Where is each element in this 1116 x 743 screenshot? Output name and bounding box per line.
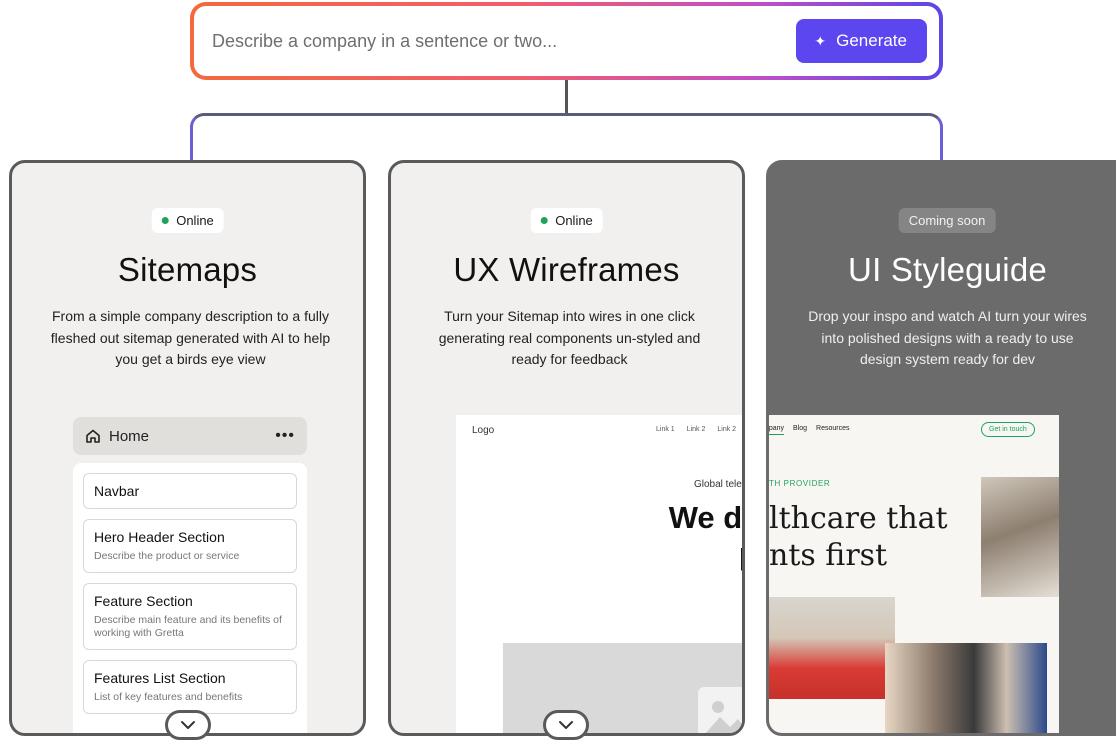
wireframe-headline: We deliver he puts pati	[448, 500, 743, 572]
wireframe-link: Link 2	[717, 426, 737, 433]
chevron-down-icon	[559, 721, 573, 729]
status-badge-label: Online	[555, 213, 593, 228]
card-description: From a simple company description to a f…	[50, 308, 331, 367]
connector-bar	[190, 113, 943, 163]
sparkle-icon: ✦	[814, 32, 827, 49]
section-item-navbar[interactable]: Navbar	[83, 473, 297, 509]
expand-sitemap-button[interactable]	[165, 710, 211, 740]
section-description: Describe main feature and its benefits o…	[94, 614, 282, 639]
home-icon	[86, 429, 100, 443]
section-title: Navbar	[94, 483, 140, 499]
section-description: List of key features and benefits	[94, 691, 243, 703]
wireframe-headline-line-1: We deliver he	[668, 500, 743, 535]
section-title: Hero Header Section	[94, 529, 225, 545]
prompt-inner: ✦ Generate	[194, 6, 939, 76]
connector-stem	[565, 80, 568, 115]
section-item-feature[interactable]: Feature Section Describe main feature an…	[83, 583, 297, 650]
company-description-input[interactable]	[212, 30, 797, 52]
online-dot-icon	[161, 217, 169, 224]
section-item-features-list[interactable]: Features List Section List of key featur…	[83, 660, 297, 714]
styleguide-preview: mpany Blog Resources Get in touch TH PRO…	[769, 415, 1059, 733]
chevron-down-icon	[181, 721, 195, 729]
card-description: Drop your inspo and watch AI turn your w…	[808, 308, 1087, 367]
section-item-hero[interactable]: Hero Header Section Describe the product…	[83, 519, 297, 573]
more-options-icon[interactable]: •••	[275, 427, 295, 445]
online-dot-icon	[540, 217, 548, 224]
sitemap-home-row[interactable]: Home •••	[73, 417, 307, 455]
card-title: UI Styleguide	[848, 251, 1047, 288]
status-badge-label: Online	[176, 213, 214, 228]
wireframe-kicker: Global tele	[694, 479, 742, 490]
prompt-bar: ✦ Generate	[190, 2, 943, 80]
wireframe-headline-line-2: puts pati	[448, 536, 742, 572]
section-title: Features List Section	[94, 670, 226, 686]
card-title: UX Wireframes	[453, 251, 680, 288]
styleguide-nav-link: Blog	[793, 425, 808, 432]
styleguide-nav-link: Resources	[816, 425, 850, 432]
wireframe-logo: Logo	[472, 425, 495, 436]
styleguide-cta-button: Get in touch	[981, 422, 1035, 437]
wireframe-preview: Logo Link 1 Link 2 Link 2 Global tele We…	[456, 415, 742, 733]
ui-styleguide-card[interactable]: Coming soon UI Styleguide Drop your insp…	[766, 160, 1116, 736]
wireframe-link: Link 2	[686, 426, 706, 433]
styleguide-photo-group	[885, 643, 1047, 733]
card-title: Sitemaps	[117, 251, 258, 288]
wireframe-link: Link 1	[656, 426, 675, 433]
generate-button-label: Generate	[836, 31, 907, 50]
image-placeholder-icon	[698, 687, 742, 733]
styleguide-photo-portrait	[769, 597, 895, 699]
wireframe-nav-links: Link 1 Link 2 Link 2	[656, 426, 736, 433]
styleguide-headline-line-2: nts first	[769, 538, 888, 573]
styleguide-kicker: TH PROVIDER	[769, 479, 831, 488]
status-badge: Online	[151, 208, 224, 233]
sitemap-section-list: Navbar Hero Header Section Describe the …	[73, 463, 307, 733]
status-badge: Coming soon	[898, 208, 996, 233]
section-title: Feature Section	[94, 593, 193, 609]
section-description: Describe the product or service	[94, 550, 240, 562]
ux-wireframes-card[interactable]: Online UX Wireframes Turn your Sitemap i…	[388, 160, 745, 736]
home-label: Home	[109, 427, 150, 445]
sitemaps-card[interactable]: Online Sitemaps From a simple company de…	[9, 160, 366, 736]
styleguide-nav-link: mpany	[769, 425, 785, 435]
status-badge-label: Coming soon	[908, 213, 986, 228]
styleguide-headline-line-1: lthcare that	[769, 501, 948, 536]
styleguide-photo-woman	[981, 477, 1059, 597]
status-badge: Online	[530, 208, 603, 233]
expand-wireframes-button[interactable]	[543, 710, 589, 740]
home-row-left: Home	[85, 428, 149, 445]
card-description: Turn your Sitemap into wires in one clic…	[438, 308, 701, 367]
styleguide-headline: lthcare that nts first	[769, 500, 969, 574]
styleguide-nav: mpany Blog Resources	[769, 425, 850, 435]
generate-button[interactable]: ✦ Generate	[796, 19, 927, 63]
